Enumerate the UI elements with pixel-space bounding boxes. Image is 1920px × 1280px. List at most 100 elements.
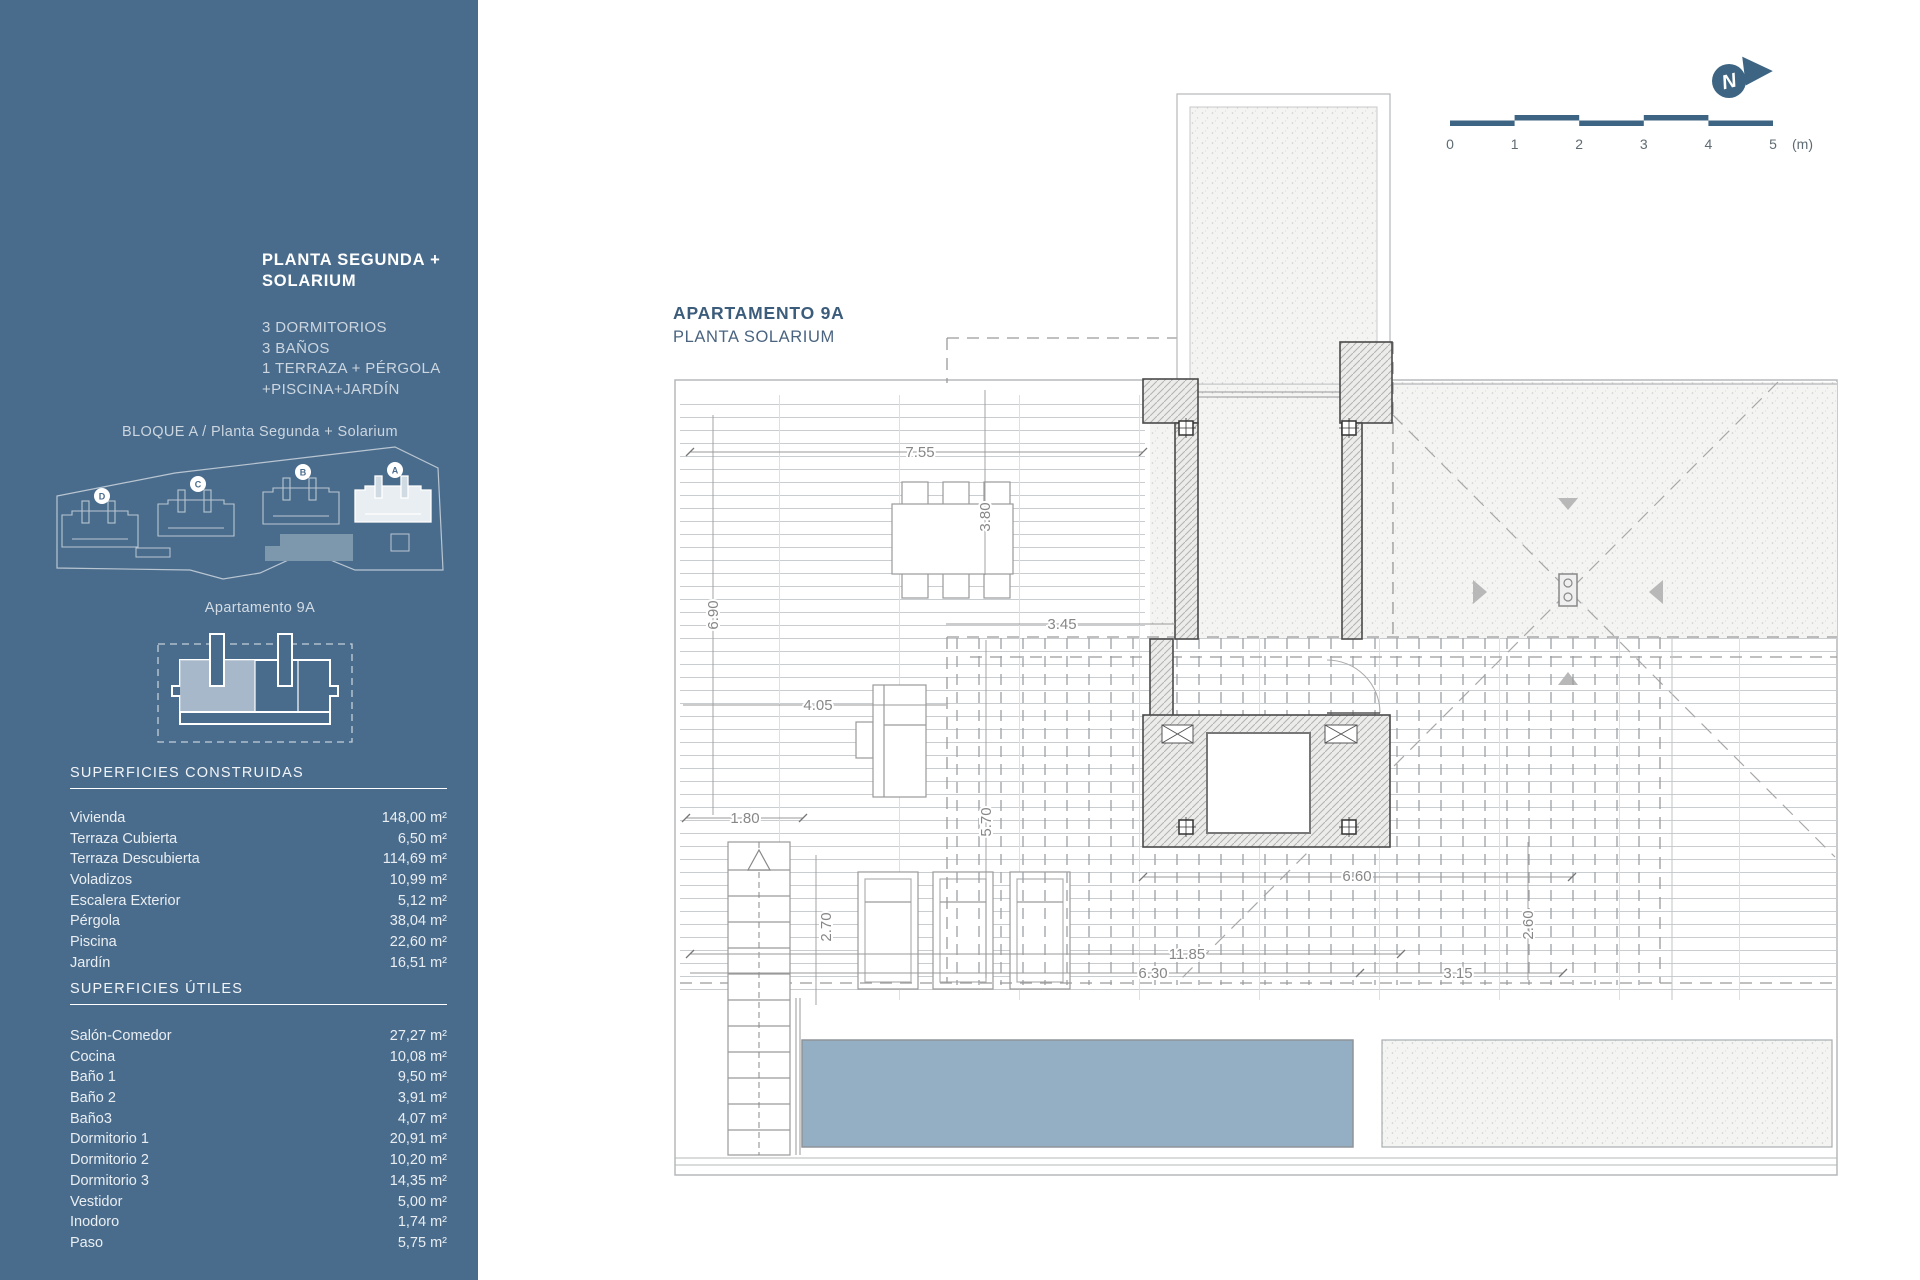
- row-value: 20,91 m²: [390, 1129, 447, 1150]
- row-value: 5,12 m²: [398, 891, 447, 912]
- row-label: Baño 1: [70, 1067, 116, 1088]
- table-row: Jardín 16,51 m²: [70, 953, 447, 974]
- table-row: Terraza Descubierta 114,69 m²: [70, 849, 447, 870]
- dimension-label: 6.30: [1138, 965, 1167, 982]
- dimension-label: 2.70: [818, 912, 835, 941]
- table-row: Terraza Cubierta 6,50 m²: [70, 829, 447, 850]
- core-skylight: [1207, 733, 1310, 833]
- chair: [984, 572, 1010, 598]
- pool: [802, 1040, 1353, 1147]
- row-label: Baño 2: [70, 1088, 116, 1109]
- dimension-label: 11.85: [1169, 946, 1205, 963]
- dimension-label: 3.15: [1443, 965, 1472, 982]
- chair: [902, 572, 928, 598]
- table-row: Vestidor 5,00 m²: [70, 1192, 447, 1213]
- roof-drain: [1559, 574, 1577, 606]
- row-label: Terraza Descubierta: [70, 849, 200, 870]
- chair: [943, 572, 969, 598]
- surfaces-useful-heading: SUPERFICIES ÚTILES: [70, 981, 447, 1005]
- dimension-label: 3.45: [1047, 616, 1076, 633]
- exterior-stair: [728, 842, 800, 1155]
- table-row: Salón-Comedor 27,27 m²: [70, 1026, 447, 1047]
- svg-text:B: B: [300, 468, 307, 478]
- row-value: 5,00 m²: [398, 1192, 447, 1213]
- row-value: 14,35 m²: [390, 1171, 447, 1192]
- svg-text:D: D: [99, 492, 106, 502]
- surfaces-built-heading: SUPERFICIES CONSTRUIDAS: [70, 765, 447, 789]
- stair-tower: [1177, 94, 1390, 384]
- table-row: Piscina 22,60 m²: [70, 932, 447, 953]
- row-value: 22,60 m²: [390, 932, 447, 953]
- apartment-label: Apartamento 9A: [40, 600, 480, 616]
- row-value: 114,69 m²: [383, 849, 447, 870]
- row-label: Vivienda: [70, 808, 125, 829]
- table-row: Voladizos10,99 m²: [70, 870, 447, 891]
- row-value: 148,00 m²: [382, 808, 447, 829]
- site-badge-b: B: [295, 464, 311, 480]
- block-plan-title: BLOQUE A / Planta Segunda + Solarium: [40, 424, 480, 440]
- site-unit-c: [158, 490, 234, 536]
- svg-text:A: A: [392, 466, 399, 476]
- row-label: Cocina: [70, 1047, 115, 1068]
- row-value: 10,20 m²: [390, 1150, 447, 1171]
- dining-table: [892, 504, 1013, 574]
- table-row: Pérgola38,04 m²: [70, 911, 447, 932]
- site-unit-d: [62, 501, 138, 547]
- apartment-chimney: [278, 634, 292, 686]
- surfaces-useful-table: Salón-Comedor 27,27 m² Cocina 10,08 m² Bañ…: [70, 1026, 447, 1254]
- row-value: 5,75 m²: [398, 1233, 447, 1254]
- site-pool: [265, 534, 353, 561]
- row-label: Terraza Cubierta: [70, 829, 177, 850]
- row-label: Dormitorio 1: [70, 1129, 149, 1150]
- row-label: Baño3: [70, 1109, 112, 1130]
- site-small-structure: [136, 548, 170, 557]
- table-row: Vivienda 148,00 m²: [70, 808, 447, 829]
- dimension-label: 1.80: [730, 810, 759, 827]
- dimension-label: 3.80: [977, 502, 994, 531]
- sidebar: PLANTA SEGUNDA + SOLARIUM 3 DORMITORIOS …: [0, 0, 478, 1280]
- dimension-label: 6.90: [705, 600, 722, 629]
- row-label: Pérgola: [70, 911, 120, 932]
- table-row: Inodoro 1,74 m²: [70, 1212, 447, 1233]
- row-label: Paso: [70, 1233, 103, 1254]
- table-row: Dormitorio 1 20,91 m²: [70, 1129, 447, 1150]
- site-small-structure: [391, 534, 409, 551]
- dimension-label: 6.60: [1342, 868, 1371, 885]
- dimension-label: 5.70: [978, 807, 995, 836]
- row-label: Piscina: [70, 932, 117, 953]
- site-badge-a: A: [387, 462, 403, 478]
- row-value: 6,50 m²: [398, 829, 447, 850]
- row-label: Voladizos: [70, 870, 132, 891]
- site-plan: D C B A: [55, 446, 465, 586]
- row-label: Jardín: [70, 953, 110, 974]
- row-label: Inodoro: [70, 1212, 119, 1233]
- row-label: Salón-Comedor: [70, 1026, 172, 1047]
- sidebar-title: PLANTA SEGUNDA + SOLARIUM: [262, 250, 462, 292]
- row-label: Vestidor: [70, 1192, 122, 1213]
- row-value: 16,51 m²: [390, 953, 447, 974]
- row-value: 9,50 m²: [398, 1067, 447, 1088]
- row-label: Escalera Exterior: [70, 891, 180, 912]
- feature-item: 3 DORMITORIOS: [262, 318, 472, 339]
- table-row: Baño 1 9,50 m²: [70, 1067, 447, 1088]
- site-badge-d: D: [94, 488, 110, 504]
- apartment-footprint: [172, 634, 338, 724]
- row-value: 27,27 m²: [390, 1026, 447, 1047]
- sidebar-title-line2: SOLARIUM: [262, 271, 462, 292]
- apartment-chimney: [210, 634, 224, 686]
- apartment-diagram: [150, 626, 360, 746]
- site-unit-a-highlighted: [355, 476, 431, 522]
- garden-strip: [1382, 1040, 1832, 1147]
- dining-set: [892, 482, 1013, 598]
- row-value: 1,74 m²: [398, 1212, 447, 1233]
- row-label: Dormitorio 2: [70, 1150, 149, 1171]
- row-value: 3,91 m²: [398, 1088, 447, 1109]
- surfaces-built-table: Vivienda 148,00 m² Terraza Cubierta 6,50 m…: [70, 808, 447, 974]
- row-value: 10,08 m²: [390, 1047, 447, 1068]
- site-unit-b: [263, 478, 339, 524]
- table-row: Dormitorio 3 14,35 m²: [70, 1171, 447, 1192]
- dimension-label: 4.05: [803, 697, 832, 714]
- table-row: Baño 2 3,91 m²: [70, 1088, 447, 1109]
- svg-text:C: C: [195, 480, 202, 490]
- row-label: Dormitorio 3: [70, 1171, 149, 1192]
